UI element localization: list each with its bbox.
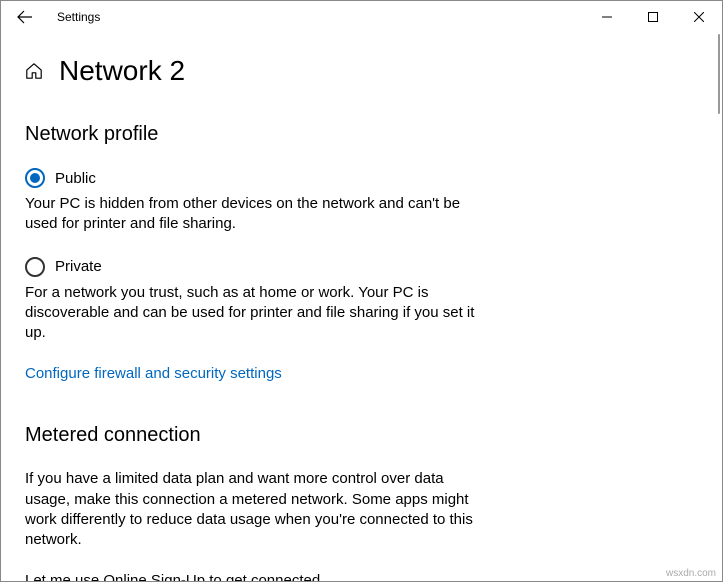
public-description: Your PC is hidden from other devices on …	[25, 194, 485, 235]
minimize-icon	[602, 12, 612, 22]
titlebar: Settings	[1, 1, 722, 33]
section-title-metered-connection: Metered connection	[25, 424, 698, 447]
maximize-button[interactable]	[630, 1, 676, 33]
online-signup-text: Let me use Online Sign-Up to get connect…	[25, 572, 698, 581]
page-header: Network 2	[25, 55, 698, 87]
window-controls	[584, 1, 722, 33]
scrollbar[interactable]	[717, 34, 721, 580]
radio-option-private[interactable]: Private	[25, 257, 698, 277]
window-title: Settings	[57, 10, 100, 24]
radio-dot-icon	[30, 173, 40, 183]
maximize-icon	[648, 12, 658, 22]
radio-label-private: Private	[55, 258, 102, 275]
page-title: Network 2	[59, 55, 185, 87]
firewall-settings-link[interactable]: Configure firewall and security settings	[25, 365, 282, 382]
watermark: wsxdn.com	[666, 568, 716, 579]
radio-option-public[interactable]: Public	[25, 168, 698, 188]
radio-label-public: Public	[55, 170, 96, 187]
radio-icon	[25, 257, 45, 277]
radio-icon	[25, 168, 45, 188]
private-description: For a network you trust, such as at home…	[25, 283, 485, 344]
close-icon	[694, 12, 704, 22]
home-icon[interactable]	[25, 62, 43, 80]
content-area: Network 2 Network profile Public Your PC…	[1, 33, 722, 581]
section-title-network-profile: Network profile	[25, 123, 698, 146]
close-button[interactable]	[676, 1, 722, 33]
back-arrow-icon	[17, 9, 33, 25]
metered-description: If you have a limited data plan and want…	[25, 469, 480, 550]
scrollbar-thumb[interactable]	[718, 34, 720, 114]
minimize-button[interactable]	[584, 1, 630, 33]
back-button[interactable]	[9, 1, 41, 33]
